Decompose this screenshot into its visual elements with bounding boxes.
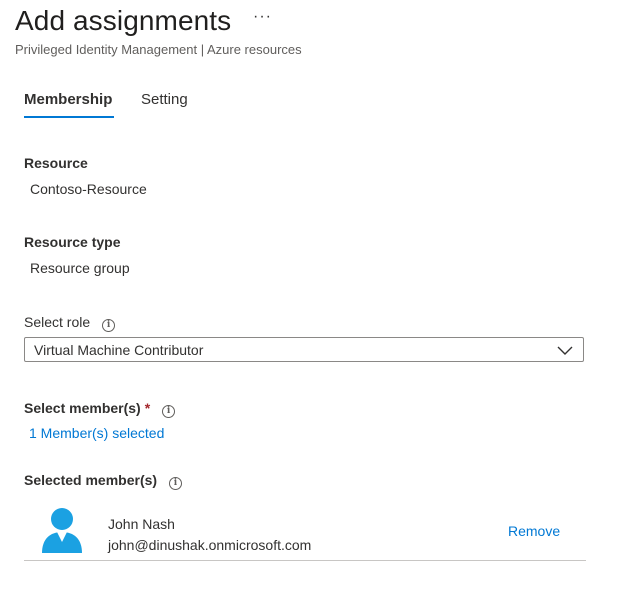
resource-label: Resource [24,155,88,171]
members-selected-link[interactable]: 1 Member(s) selected [29,425,164,441]
select-role-label-row: Select role i [24,314,116,332]
resource-type-label: Resource type [24,234,121,250]
user-avatar-icon [42,508,82,553]
member-email: john@dinushak.onmicrosoft.com [108,537,312,553]
selected-members-label: Selected member(s) [24,472,158,488]
select-members-label-row: Select member(s) * i [24,400,176,418]
page-subtitle: Privileged Identity Management | Azure r… [15,42,302,57]
role-dropdown[interactable]: Virtual Machine Contributor [24,337,584,362]
page-title: Add assignments [15,5,232,36]
member-row-divider [24,560,586,561]
selected-members-label-row: Selected member(s) i [24,472,182,490]
resource-type-value: Resource group [30,260,130,276]
select-members-label: Select member(s) [24,400,141,416]
role-dropdown-value: Virtual Machine Contributor [34,342,204,358]
chevron-down-icon [557,346,573,355]
select-role-label: Select role [24,314,91,330]
required-mark: * [144,400,151,416]
tab-selected-indicator [24,116,114,118]
info-icon[interactable]: i [102,319,116,332]
tab-setting[interactable]: Setting [141,91,188,108]
info-icon[interactable]: i [162,405,176,418]
info-icon[interactable]: i [168,477,182,490]
member-name: John Nash [108,516,175,532]
remove-member-button[interactable]: Remove [508,523,560,539]
resource-value: Contoso-Resource [30,181,147,197]
more-options-button[interactable]: ··· [253,8,272,26]
tab-membership[interactable]: Membership [24,91,112,108]
